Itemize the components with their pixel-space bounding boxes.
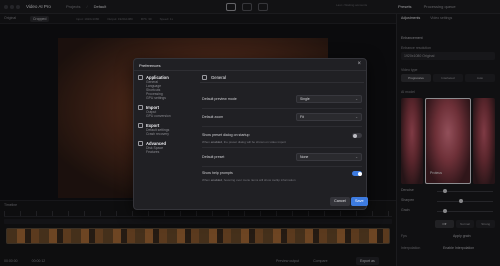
section-application[interactable]: Application General Language Shortcuts P… [138,75,198,100]
help-bold: enabled [210,140,223,144]
import-icon [138,105,143,110]
help-prompts-help: When enabled, hovering over menu items w… [202,178,296,182]
sidebar-item-gpu-conversion[interactable]: GPU conversion [146,114,198,118]
help-prompts-toggle[interactable] [352,171,362,176]
chevron-down-icon: ⌄ [355,97,358,101]
application-icon [138,75,143,80]
zoom-select[interactable]: Fit ⌄ [296,113,362,121]
preview-mode-value: Single [300,97,310,101]
help-suffix: , the preset dialog will be shown on vid… [222,140,286,144]
save-button[interactable]: Save [351,197,368,206]
chevron-down-icon: ⌄ [355,155,358,159]
sidebar-item-features[interactable]: Features [146,150,198,154]
content-header: General [200,73,364,83]
general-icon [202,75,207,80]
preferences-dialog: Preferences × Application General Langua… [133,58,368,210]
help-prefix: When [202,140,210,144]
dialog-header: Preferences × [134,59,366,71]
chevron-down-icon: ⌄ [355,115,358,119]
zoom-label: Default zoom [202,115,224,119]
help-prompts-label: Show help prompts [202,171,233,175]
divider [202,126,362,127]
zoom-value: Fit [300,115,304,119]
divider [202,147,362,148]
preferences-sidebar: Application General Language Shortcuts P… [138,75,198,205]
toggle-knob [357,171,362,176]
divider [202,166,362,167]
section-import[interactable]: Import Output GPU conversion [138,105,198,118]
help-prefix: When [202,178,210,182]
help-bold: enabled [210,178,223,182]
modal-overlay[interactable]: Preferences × Application General Langua… [0,0,500,266]
divider [202,108,362,109]
close-icon[interactable]: × [357,61,361,67]
preview-mode-label: Default preview mode [202,97,237,101]
help-suffix: , hovering over menu items will show too… [222,178,296,182]
dialog-title: Preferences [139,63,161,68]
default-preset-label: Default preset [202,155,225,159]
default-preset-value: None [300,155,309,159]
cancel-button[interactable]: Cancel [330,197,350,206]
section-export[interactable]: Export Default settings Crash recovery [138,123,198,136]
preset-dialog-help: When enabled, the preset dialog will be … [202,140,286,144]
sidebar-item-crash-recovery[interactable]: Crash recovery [146,132,198,136]
default-preset-select[interactable]: None ⌄ [296,153,362,161]
advanced-icon [138,141,143,146]
preset-dialog-toggle[interactable] [352,133,362,138]
export-icon [138,123,143,128]
preview-mode-select[interactable]: Single ⌄ [296,95,362,103]
section-advanced[interactable]: Advanced Disk Space Features [138,141,198,154]
sidebar-item-gpu-settings[interactable]: GPU settings [146,96,198,100]
toggle-knob [352,133,357,138]
preset-dialog-label: Show preset dialog on startup [202,133,250,137]
content-title: General [211,75,226,80]
preferences-content: General Default preview mode Single ⌄ De… [200,73,364,195]
